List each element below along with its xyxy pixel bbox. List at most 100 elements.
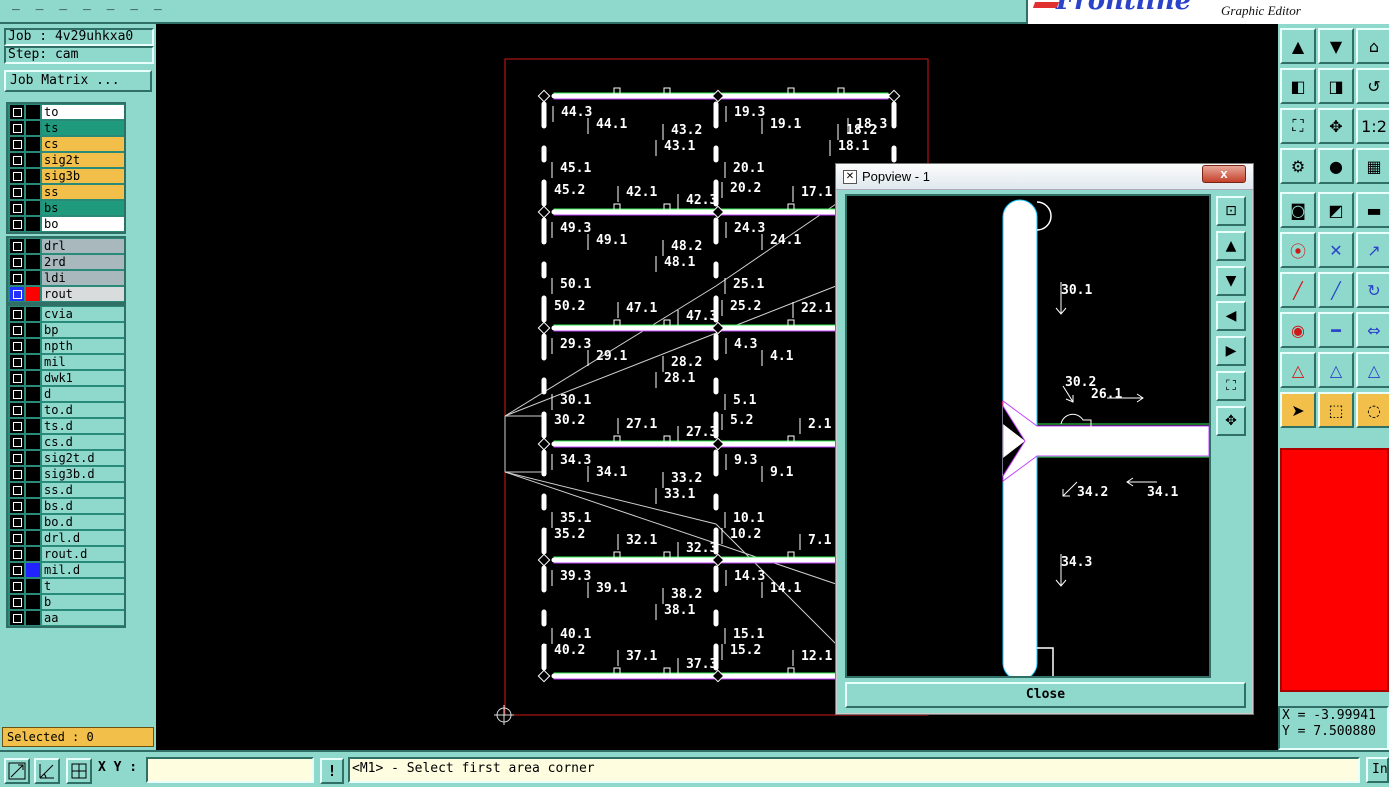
layer-checkbox[interactable] xyxy=(10,287,24,301)
layer-name[interactable]: bs.d xyxy=(42,499,124,513)
layer-name[interactable]: cs xyxy=(42,137,124,151)
overview-map[interactable] xyxy=(1278,444,1389,698)
layer-row[interactable]: ss.d xyxy=(8,482,124,498)
layer-row[interactable]: bs.d xyxy=(8,498,124,514)
node-icon[interactable]: ⦿ xyxy=(1280,232,1316,268)
layer-name[interactable]: drl xyxy=(42,239,124,253)
move-left-icon[interactable]: ◧ xyxy=(1280,68,1316,104)
layer-name[interactable]: dwk1 xyxy=(42,371,124,385)
layer-name[interactable]: rout.d xyxy=(42,547,124,561)
settings-icon[interactable]: ⚙ xyxy=(1280,148,1316,184)
layer-name[interactable]: bo.d xyxy=(42,515,124,529)
minus-icon[interactable]: ━ xyxy=(1318,312,1354,348)
layer-row[interactable]: to.d xyxy=(8,402,124,418)
layer-name[interactable]: cvia xyxy=(42,307,124,321)
layer-row[interactable]: t xyxy=(8,578,124,594)
input-mode-button[interactable]: In xyxy=(1366,757,1389,783)
grid-snap-icon[interactable] xyxy=(66,758,92,784)
layer-row[interactable]: drl xyxy=(8,238,124,254)
layer-checkbox[interactable] xyxy=(10,121,24,135)
layer-checkbox[interactable] xyxy=(10,499,24,513)
layer-checkbox[interactable] xyxy=(10,137,24,151)
layer-checkbox[interactable] xyxy=(10,355,24,369)
layer-checkbox[interactable] xyxy=(10,239,24,253)
layer-checkbox[interactable] xyxy=(10,255,24,269)
layer-checkbox[interactable] xyxy=(10,579,24,593)
pointer-icon[interactable]: ➤ xyxy=(1280,392,1316,428)
layer-checkbox[interactable] xyxy=(10,467,24,481)
layer-row[interactable]: sig2t.d xyxy=(8,450,124,466)
layer-row[interactable]: 2rd xyxy=(8,254,124,270)
layer-checkbox[interactable] xyxy=(10,451,24,465)
fit-icon[interactable]: ⛶ xyxy=(1280,108,1316,144)
layer-checkbox[interactable] xyxy=(10,153,24,167)
branch-icon[interactable]: ↗ xyxy=(1356,232,1389,268)
layer-name[interactable]: sig3b xyxy=(42,169,124,183)
layer-name[interactable]: t xyxy=(42,579,124,593)
popview-close-button[interactable]: Close xyxy=(845,682,1246,708)
pv-left-icon[interactable]: ◀ xyxy=(1216,301,1246,331)
undo-icon[interactable]: ↺ xyxy=(1356,68,1389,104)
layer-name[interactable]: to xyxy=(42,105,124,119)
slash-blue-icon[interactable]: ╱ xyxy=(1318,272,1354,308)
layer-checkbox[interactable] xyxy=(10,271,24,285)
layer-row[interactable]: rout.d xyxy=(8,546,124,562)
ruler-icon[interactable]: ▬ xyxy=(1356,192,1389,228)
layer-name[interactable]: to.d xyxy=(42,403,124,417)
layer-name[interactable]: b xyxy=(42,595,124,609)
pv-center-icon[interactable]: ✥ xyxy=(1216,406,1246,436)
triangle-red-icon[interactable]: △ xyxy=(1356,352,1389,388)
popview-titlebar[interactable]: ✕ Popview - 1 x xyxy=(836,164,1253,190)
zoom-window-icon[interactable] xyxy=(4,758,30,784)
pv-down-icon[interactable]: ▼ xyxy=(1216,266,1246,296)
layer-name[interactable]: sig3b.d xyxy=(42,467,124,481)
move-right-icon[interactable]: ◨ xyxy=(1318,68,1354,104)
layer-row[interactable]: mil xyxy=(8,354,124,370)
layer-name[interactable]: npth xyxy=(42,339,124,353)
layer-checkbox[interactable] xyxy=(10,339,24,353)
triangle-alt-icon[interactable]: △ xyxy=(1318,352,1354,388)
pad-icon[interactable]: ◙ xyxy=(1280,192,1316,228)
layer-checkbox[interactable] xyxy=(10,387,24,401)
job-matrix-button[interactable]: Job Matrix ... xyxy=(4,70,152,92)
layer-row[interactable]: bs xyxy=(8,200,124,216)
triangle-icon[interactable]: △ xyxy=(1280,352,1316,388)
layer-checkbox[interactable] xyxy=(10,403,24,417)
popview-canvas[interactable]: 30.1 30.2 26.1 34.2 34.1 34.3 xyxy=(845,194,1211,678)
layer-name[interactable]: mil.d xyxy=(42,563,124,577)
layer-row[interactable]: aa xyxy=(8,610,124,626)
home-icon[interactable]: ⌂ xyxy=(1356,28,1389,64)
slash-red-icon[interactable]: ╱ xyxy=(1280,272,1316,308)
layer-checkbox[interactable] xyxy=(10,595,24,609)
menu-strip[interactable]: _ _ _ _ _ _ _ xyxy=(0,0,1024,22)
layer-row[interactable]: drl.d xyxy=(8,530,124,546)
layer-row[interactable]: cs xyxy=(8,136,124,152)
popview-window[interactable]: ✕ Popview - 1 x 30.1 30.2 26.1 34.2 34.1… xyxy=(835,163,1254,715)
layer-name[interactable]: sig2t.d xyxy=(42,451,124,465)
layer-row[interactable]: bp xyxy=(8,322,124,338)
measure-icon[interactable] xyxy=(34,758,60,784)
layer-checkbox[interactable] xyxy=(10,563,24,577)
layer-name[interactable]: d xyxy=(42,387,124,401)
pv-up-icon[interactable]: ▲ xyxy=(1216,231,1246,261)
grid-icon[interactable]: ▦ xyxy=(1356,148,1389,184)
zoom-center-icon[interactable]: ✥ xyxy=(1318,108,1354,144)
point-icon[interactable]: ◉ xyxy=(1280,312,1316,348)
layer-row[interactable]: dwk1 xyxy=(8,370,124,386)
layer-checkbox[interactable] xyxy=(10,419,24,433)
layer-name[interactable]: ss.d xyxy=(42,483,124,497)
layer-name[interactable]: bo xyxy=(42,217,124,231)
layer-row[interactable]: ts.d xyxy=(8,418,124,434)
layer-row[interactable]: sig2t xyxy=(8,152,124,168)
layer-name[interactable]: cs.d xyxy=(42,435,124,449)
layer-name[interactable]: sig2t xyxy=(42,153,124,167)
stretch-icon[interactable]: ⇔ xyxy=(1356,312,1389,348)
layer-row[interactable]: npth xyxy=(8,338,124,354)
move-down-icon[interactable]: ▼ xyxy=(1318,28,1354,64)
snap-icon[interactable]: ● xyxy=(1318,148,1354,184)
layer-checkbox[interactable] xyxy=(10,169,24,183)
layer-checkbox[interactable] xyxy=(10,371,24,385)
layer-row[interactable]: sig3b.d xyxy=(8,466,124,482)
layer-checkbox[interactable] xyxy=(10,435,24,449)
layer-row[interactable]: sig3b xyxy=(8,168,124,184)
